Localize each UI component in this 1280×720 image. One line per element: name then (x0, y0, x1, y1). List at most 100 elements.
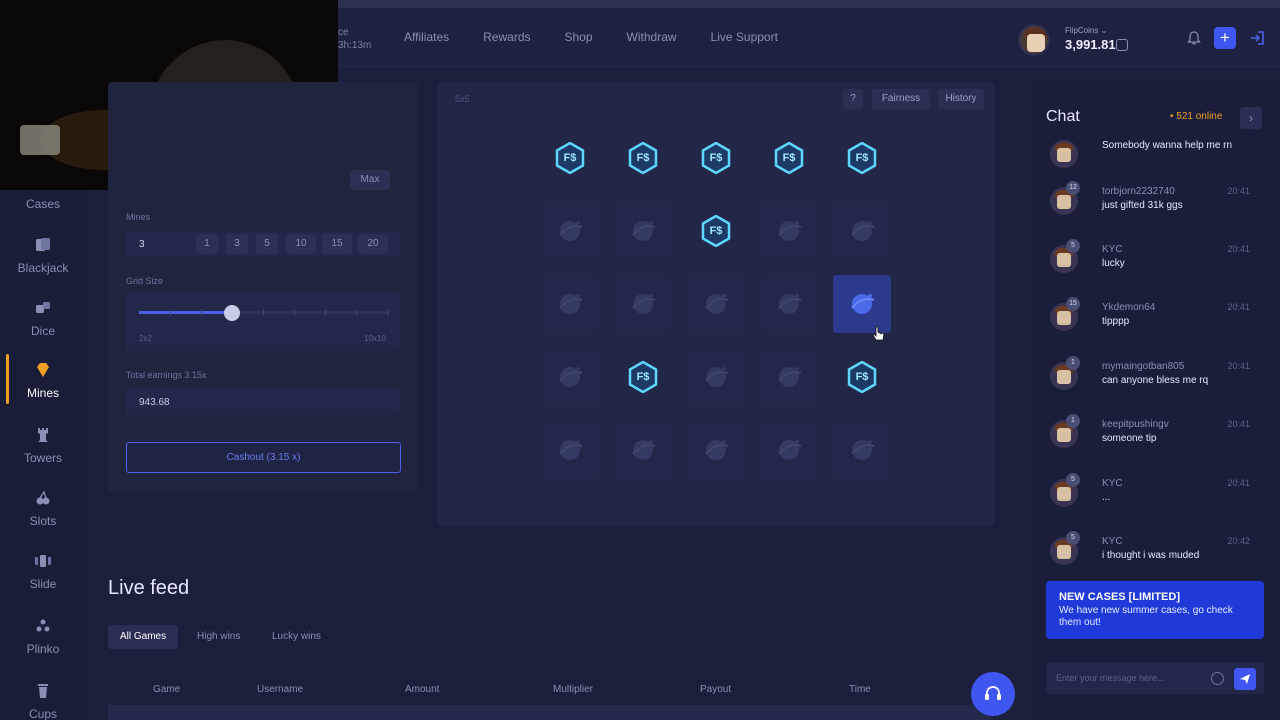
chat-username[interactable]: mymaingotban805 (1102, 361, 1184, 372)
avatar[interactable] (1050, 140, 1078, 168)
wallet-currency-label[interactable]: FlipCoins ⌄ (1065, 26, 1107, 35)
chat-message: 1 mymaingotban805 20:41 can anyone bless me… (1046, 356, 1266, 408)
fairness-button[interactable]: Fairness (872, 89, 930, 109)
mines-tile-hidden[interactable] (760, 348, 818, 406)
send-icon (1240, 674, 1250, 684)
cards-icon (36, 238, 50, 251)
chat-username[interactable]: KYC (1102, 244, 1123, 255)
chat-message: 5 KYC 20:41 lucky (1046, 239, 1266, 291)
mines-tile-hidden[interactable] (541, 202, 599, 260)
send-button[interactable] (1234, 668, 1256, 690)
nav-shop[interactable]: Shop (565, 30, 593, 44)
column-amount: Amount (405, 684, 440, 695)
mines-tile-coin[interactable]: F$ (541, 129, 599, 187)
nav-live-support[interactable]: Live Support (711, 30, 778, 44)
tab-all-games[interactable]: All Games (108, 625, 179, 649)
mines-tile-hidden[interactable] (614, 275, 672, 333)
partial-nav-timer: 3h:13m (338, 40, 372, 51)
emoji-icon[interactable] (1211, 672, 1224, 685)
cashout-button[interactable]: Cashout (3.15 x) (126, 442, 401, 473)
mines-tile-selected[interactable] (833, 275, 891, 333)
flipcoin-gem-icon: F$ (847, 142, 877, 174)
hidden-tile-icon (778, 440, 802, 460)
mines-option-5[interactable]: 5 (256, 234, 278, 254)
slider-tick (356, 309, 357, 316)
flipcoin-gem-icon: F$ (628, 142, 658, 174)
chat-username[interactable]: KYC (1102, 478, 1123, 489)
mines-tile-hidden[interactable] (760, 275, 818, 333)
sidebar-item-plinko[interactable]: Plinko (0, 618, 86, 656)
sidebar-item-label: Cases (25, 197, 60, 211)
diamond-icon (37, 363, 49, 377)
mines-tile-hidden[interactable] (614, 202, 672, 260)
tile-coin-label: F$ (636, 371, 650, 383)
grid-size-handle[interactable] (224, 305, 240, 321)
mines-tile-coin[interactable]: F$ (687, 129, 745, 187)
hidden-tile-icon (632, 440, 656, 460)
announcement-body: We have new summer cases, go check them … (1059, 605, 1233, 628)
mines-tile-coin[interactable]: F$ (833, 129, 891, 187)
sidebar-item-dice[interactable]: Dice (0, 300, 86, 338)
hidden-tile-icon (705, 294, 729, 314)
mines-option-10[interactable]: 10 (286, 234, 316, 254)
mines-option-20[interactable]: 20 (358, 234, 388, 254)
level-badge: 5 (1066, 473, 1080, 487)
mines-tile-hidden[interactable] (687, 348, 745, 406)
mines-tile-hidden[interactable] (760, 421, 818, 479)
mines-tile-hidden[interactable] (833, 421, 891, 479)
slider-tick (201, 309, 202, 316)
mines-tile-hidden[interactable] (541, 275, 599, 333)
partial-nav-item[interactable]: ce 3h:13m (338, 26, 371, 52)
sidebar-item-cases[interactable]: Cases (0, 197, 86, 211)
chat-time: 20:41 (1227, 419, 1250, 429)
tab-high-wins[interactable]: High wins (185, 625, 252, 649)
help-button[interactable]: ? (843, 89, 863, 109)
collapse-chat-button[interactable]: › (1240, 107, 1262, 129)
level-badge: 5 (1066, 239, 1080, 253)
chat-username[interactable]: KYC (1102, 536, 1123, 547)
nav-rewards[interactable]: Rewards (483, 30, 530, 44)
mines-tile-coin[interactable]: F$ (614, 129, 672, 187)
mines-tile-hidden[interactable] (541, 421, 599, 479)
mines-tile-hidden[interactable] (760, 202, 818, 260)
sidebar-item-mines[interactable]: Mines (0, 362, 86, 400)
tile-coin-label: F$ (855, 371, 869, 383)
mines-tile-hidden[interactable] (833, 202, 891, 260)
history-button[interactable]: History (938, 89, 984, 109)
hidden-tile-icon (778, 221, 802, 241)
chat-username[interactable]: keepitpushingv (1102, 419, 1169, 430)
mines-tile-coin[interactable]: F$ (614, 348, 672, 406)
support-button[interactable] (971, 672, 1015, 716)
nav-withdraw[interactable]: Withdraw (627, 30, 677, 44)
mines-option-3[interactable]: 3 (226, 234, 248, 254)
user-avatar[interactable] (1018, 24, 1050, 56)
bell-icon[interactable] (1186, 30, 1202, 46)
sidebar-item-slide[interactable]: Slide (0, 553, 86, 591)
nav-affiliates[interactable]: Affiliates (404, 30, 449, 44)
mines-tile-coin[interactable]: F$ (760, 129, 818, 187)
tower-icon (38, 428, 48, 442)
sidebar-item-towers[interactable]: Towers (0, 427, 86, 465)
mines-tile-coin[interactable]: F$ (833, 348, 891, 406)
mines-tile-coin[interactable]: F$ (687, 202, 745, 260)
tab-lucky-wins[interactable]: Lucky wins (260, 625, 333, 649)
mines-tile-hidden[interactable] (614, 421, 672, 479)
sidebar-item-blackjack[interactable]: Blackjack (0, 237, 86, 275)
logout-icon[interactable] (1249, 30, 1265, 46)
mines-tile-hidden[interactable] (687, 421, 745, 479)
chat-username[interactable]: Ykdemon64 (1102, 302, 1155, 313)
sidebar-item-cups[interactable]: Cups (0, 683, 86, 720)
chat-message-input[interactable] (1056, 670, 1206, 686)
chat-time: 20:41 (1227, 302, 1250, 312)
chat-username[interactable]: torbjorn2232740 (1102, 186, 1175, 197)
deposit-plus-button[interactable]: + (1214, 27, 1236, 49)
tile-coin-label: F$ (709, 225, 723, 237)
max-bet-button[interactable]: Max (350, 170, 390, 190)
mines-option-15[interactable]: 15 (322, 234, 352, 254)
slider-tick (263, 309, 264, 316)
mines-tile-hidden[interactable] (687, 275, 745, 333)
tile-coin-label: F$ (782, 152, 796, 164)
mines-tile-hidden[interactable] (541, 348, 599, 406)
sidebar-item-slots[interactable]: Slots (0, 490, 86, 528)
mines-option-1[interactable]: 1 (196, 234, 218, 254)
